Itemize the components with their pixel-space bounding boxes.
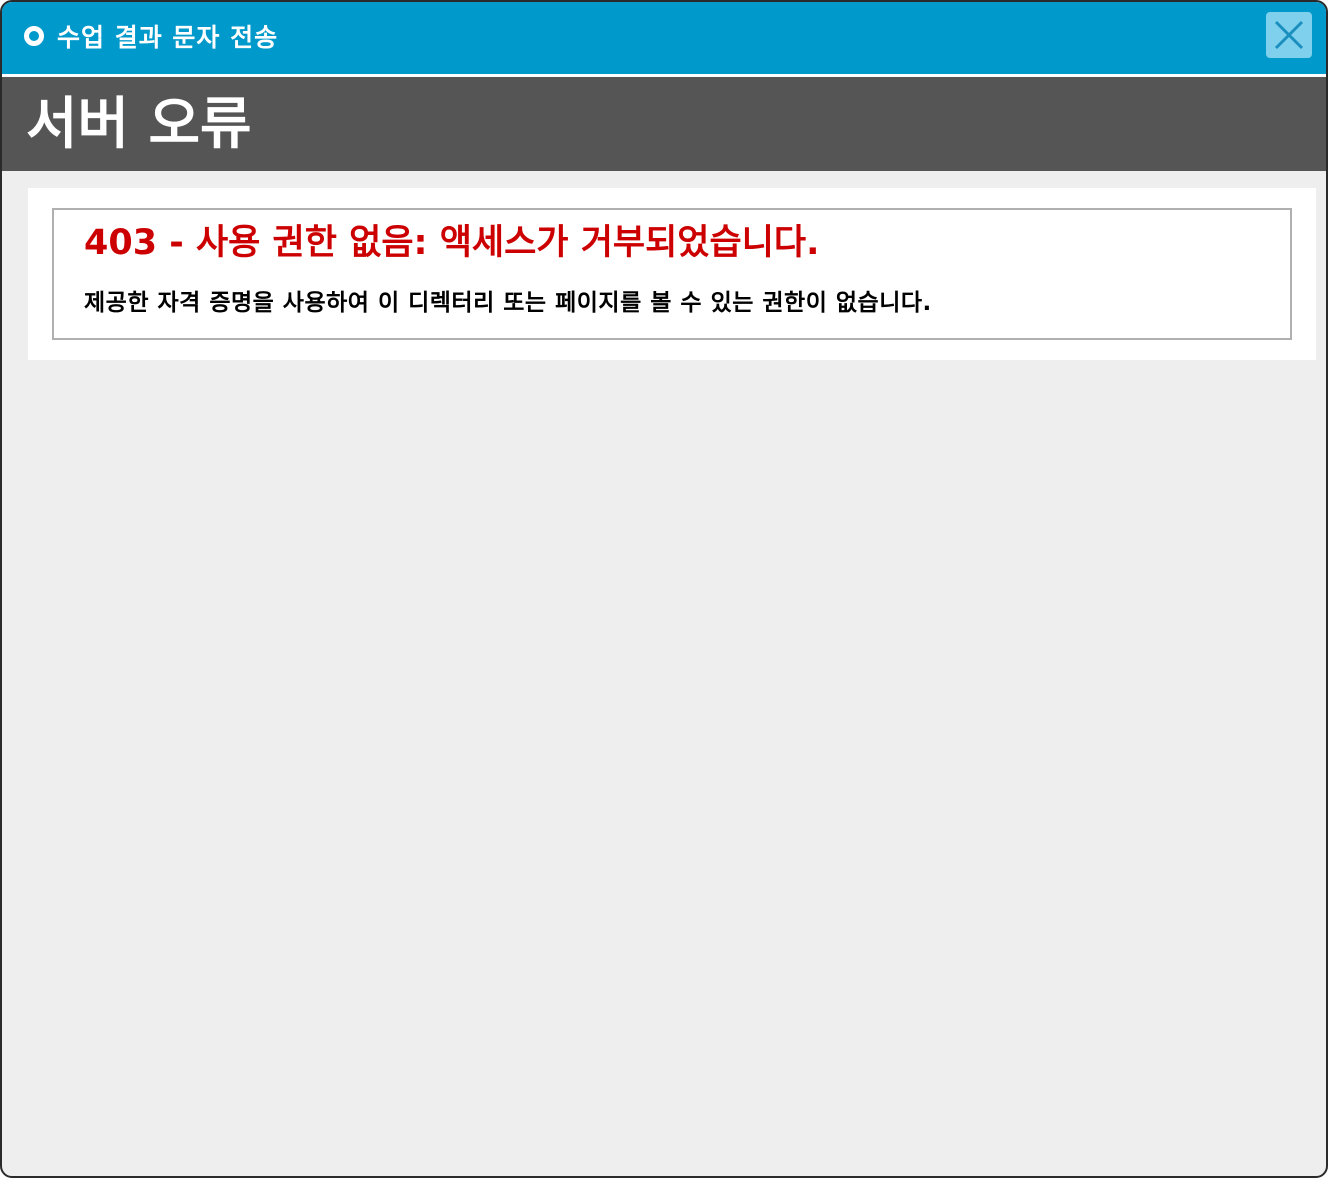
server-error-header: 서버 오류	[2, 77, 1326, 171]
dialog-window: 수업 결과 문자 전송 서버 오류 403 - 사용 권한 없음: 액세스가 거…	[0, 0, 1328, 1178]
error-detail: 제공한 자격 증명을 사용하여 이 디렉터리 또는 페이지를 볼 수 있는 권한…	[84, 290, 932, 316]
error-box: 403 - 사용 권한 없음: 액세스가 거부되었습니다. 제공한 자격 증명을…	[52, 208, 1292, 340]
close-button[interactable]	[1266, 12, 1312, 58]
circle-bullet-icon	[24, 26, 44, 46]
content-panel: 403 - 사용 권한 없음: 액세스가 거부되었습니다. 제공한 자격 증명을…	[28, 188, 1316, 360]
dialog-title: 수업 결과 문자 전송	[57, 23, 279, 52]
dialog-titlebar[interactable]: 수업 결과 문자 전송	[2, 2, 1326, 77]
server-error-heading: 서버 오류	[26, 92, 252, 157]
error-title: 403 - 사용 권한 없음: 액세스가 거부되었습니다.	[84, 223, 820, 263]
close-icon	[1274, 20, 1304, 50]
